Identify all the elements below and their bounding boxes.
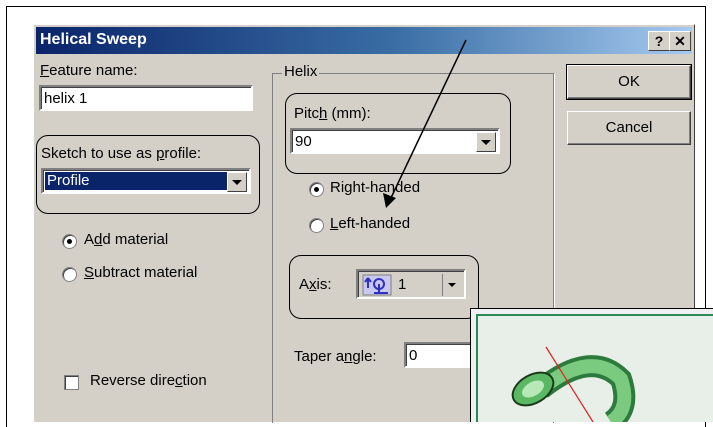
help-button[interactable]: ? [648,31,670,51]
chevron-down-icon[interactable] [448,283,456,287]
dialog-title: Helical Sweep [40,31,147,48]
feature-name-label: Feature name: [40,62,138,79]
left-handed-label: Left-handed [330,215,411,232]
reverse-direction-checkbox[interactable] [64,375,79,390]
axis-label: Axis: [299,276,332,293]
subtract-material-radio[interactable] [62,267,77,282]
pitch-value: 90 [295,133,312,150]
sketch-profile-dropdown[interactable]: Profile [41,168,251,194]
helix-preview-image [470,308,713,422]
title-bar: Helical Sweep ? ✕ [36,27,692,54]
add-material-label: Add material [84,231,169,248]
sketch-profile-value: Profile [44,171,228,191]
helix-model-graphic [476,314,713,422]
chevron-down-icon[interactable] [227,172,247,192]
axis-icon [362,274,392,296]
subtract-material-label: Subtract material [84,264,198,281]
axis-value: 1 [398,276,407,293]
right-handed-label: Right-handed [330,179,421,196]
taper-angle-label: Taper angle: [294,348,377,365]
pitch-label: Pitch (mm): [294,105,371,122]
add-material-radio[interactable] [62,234,77,249]
right-handed-radio[interactable] [309,182,324,197]
helix-group-label: Helix [282,63,320,80]
axis-divider [442,274,443,296]
left-handed-radio[interactable] [309,218,324,233]
chevron-down-icon[interactable] [476,132,496,152]
sketch-profile-label: Sketch to use as profile: [41,145,202,162]
close-button[interactable]: ✕ [669,31,691,51]
ok-button[interactable]: OK [566,64,692,100]
axis-dropdown[interactable]: 1 [356,269,466,299]
pitch-dropdown[interactable]: 90 [290,128,500,154]
reverse-direction-label: Reverse direction [90,372,207,389]
cancel-button[interactable]: Cancel [567,111,691,145]
feature-name-input[interactable]: helix 1 [39,85,253,111]
